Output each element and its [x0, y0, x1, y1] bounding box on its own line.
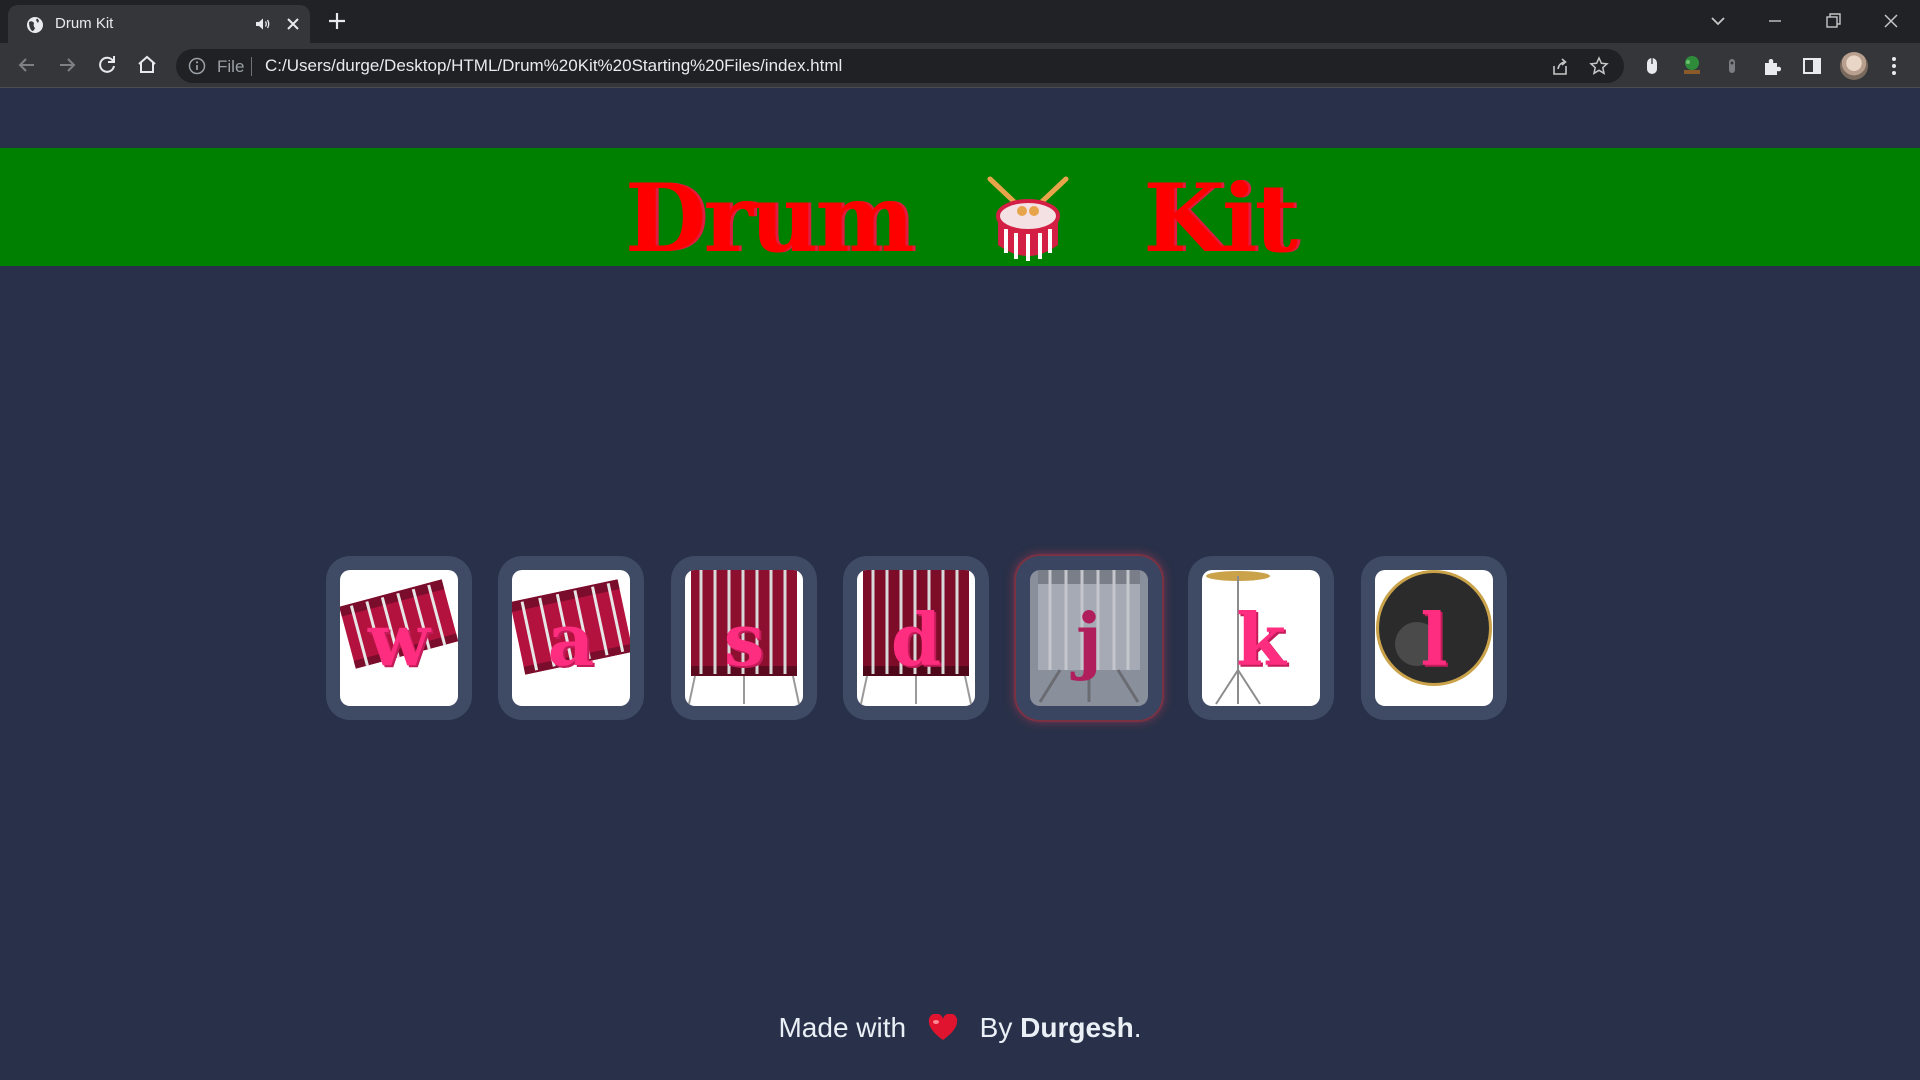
reload-icon[interactable] — [94, 52, 120, 78]
footer-prefix: Made with — [778, 1012, 907, 1043]
drum-button-k[interactable]: k — [1188, 556, 1334, 720]
forward-icon[interactable] — [54, 52, 80, 78]
menu-icon[interactable] — [1882, 54, 1906, 78]
tab-title: Drum Kit — [55, 15, 114, 32]
close-window-icon[interactable] — [1878, 8, 1904, 34]
drum-face: a — [512, 570, 630, 706]
drum-button-d[interactable]: d — [843, 556, 989, 720]
drum-key-label: w — [368, 597, 430, 682]
home-icon[interactable] — [134, 52, 160, 78]
drum-button-j[interactable]: j — [1016, 556, 1162, 720]
minimize-icon[interactable] — [1762, 8, 1788, 34]
drum-face: s — [685, 570, 803, 706]
globe-icon — [27, 17, 43, 33]
drum-key-label: l — [1420, 597, 1448, 682]
heart-icon — [928, 1014, 958, 1040]
url-scheme-label: File — [217, 57, 245, 76]
footer-suffix: . — [1133, 1012, 1142, 1043]
tab-search-icon[interactable] — [1705, 8, 1731, 34]
drum-button-s[interactable]: s — [671, 556, 817, 720]
drum-key-label: s — [723, 597, 765, 682]
browser-toolbar: File C:/Users/durge/Desktop/HTML/Drum%20… — [0, 43, 1920, 88]
puzzle-icon[interactable] — [1760, 54, 1784, 78]
side-panel-icon[interactable] — [1800, 54, 1824, 78]
drum-face: d — [857, 570, 975, 706]
drum-emoji-icon — [987, 176, 1069, 261]
bookmark-star-icon[interactable] — [1589, 56, 1609, 76]
drum-key-label: k — [1236, 597, 1286, 682]
drum-key-label: d — [890, 597, 942, 682]
footer: Made with By Durgesh. — [0, 1012, 1920, 1044]
browser-tabstrip: Drum Kit — [0, 0, 1920, 43]
mouse-extension-icon[interactable] — [1640, 54, 1664, 78]
drum-face: k — [1202, 570, 1320, 706]
restore-icon[interactable] — [1820, 8, 1846, 34]
extension-icon[interactable] — [1720, 54, 1744, 78]
drum-face: j — [1030, 570, 1148, 706]
drum-button-l[interactable]: l — [1361, 556, 1507, 720]
share-icon[interactable] — [1550, 57, 1570, 77]
close-tab-icon[interactable] — [284, 15, 302, 33]
footer-author: Durgesh — [1020, 1012, 1134, 1043]
address-bar[interactable]: File C:/Users/durge/Desktop/HTML/Drum%20… — [176, 49, 1624, 83]
speaker-icon[interactable] — [254, 15, 272, 33]
drum-set: w a s d j k l — [326, 556, 1510, 720]
omnibox-divider — [251, 57, 252, 76]
back-icon[interactable] — [14, 52, 40, 78]
title-word-kit: Kit — [1143, 163, 1298, 274]
page-title: Drum Kit — [0, 156, 1920, 274]
info-icon[interactable] — [188, 57, 206, 75]
drum-key-label: j — [1075, 597, 1103, 682]
drum-key-label: a — [547, 597, 595, 682]
drum-button-w[interactable]: w — [326, 556, 472, 720]
footer-by: By — [979, 1012, 1013, 1043]
tree-extension-icon[interactable] — [1680, 54, 1704, 78]
title-word-drum: Drum — [624, 163, 915, 274]
new-tab-icon[interactable] — [326, 10, 348, 32]
url-text[interactable]: C:/Users/durge/Desktop/HTML/Drum%20Kit%2… — [265, 56, 842, 76]
browser-tab[interactable]: Drum Kit — [8, 5, 310, 43]
drum-face: l — [1375, 570, 1493, 706]
drum-face: w — [340, 570, 458, 706]
drum-button-a[interactable]: a — [498, 556, 644, 720]
profile-avatar[interactable] — [1840, 52, 1868, 80]
